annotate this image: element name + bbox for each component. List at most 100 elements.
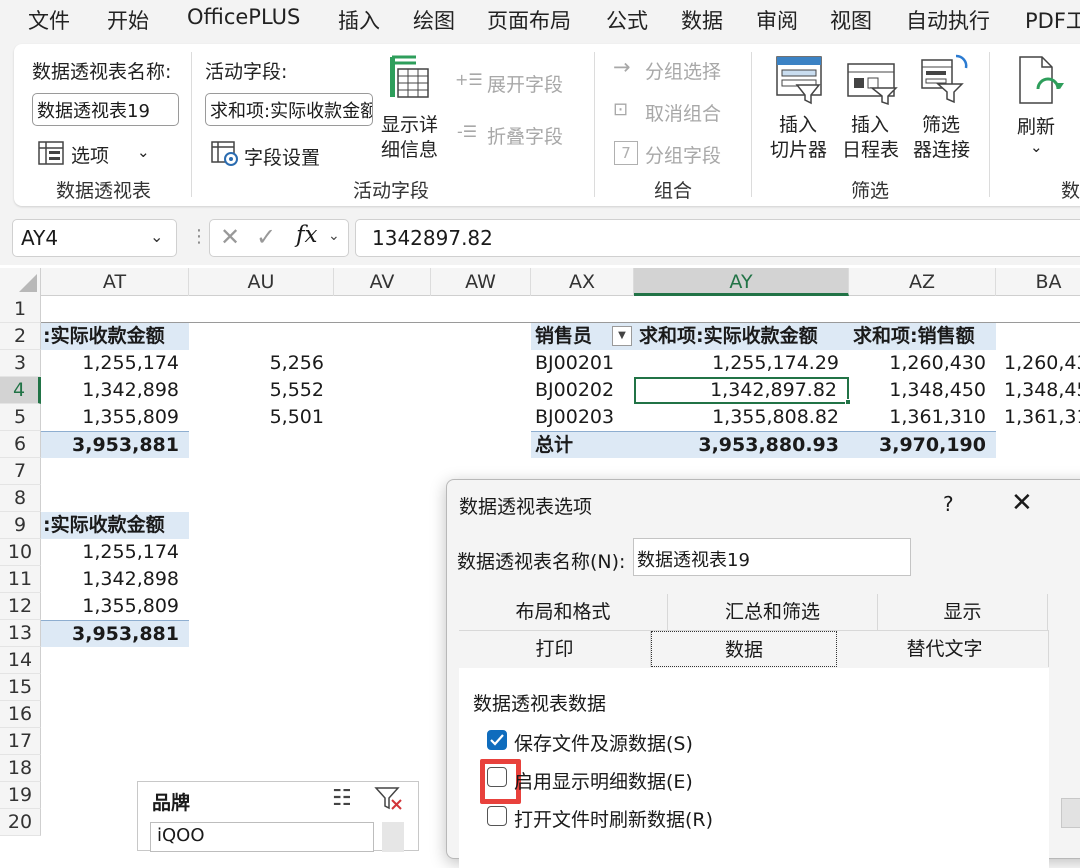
pivot-row-amount[interactable]: 1,255,174.29 xyxy=(634,350,849,377)
pivot-header-amount[interactable]: 求和项:实际收款金额 xyxy=(634,323,849,350)
show-detail-label-1[interactable]: 显示详 xyxy=(381,110,438,137)
menu-tab-insert[interactable]: 插入 xyxy=(338,5,380,35)
field-settings-button[interactable]: 字段设置 xyxy=(244,143,320,170)
tab-layout-format[interactable]: 布局和格式 xyxy=(459,594,668,630)
pivot-row-name[interactable]: BJ00202 xyxy=(531,377,634,404)
left-table2-total[interactable]: 3,953,881 xyxy=(41,620,189,647)
row-header[interactable]: 12 xyxy=(0,593,41,620)
menu-tab-data[interactable]: 数据 xyxy=(681,5,723,35)
au-cell[interactable]: 5,256 xyxy=(189,350,334,377)
left-table2-cell[interactable]: 1,342,898 xyxy=(41,566,189,593)
menu-tab-page-layout[interactable]: 页面布局 xyxy=(487,5,571,35)
insert-slicer-label-2[interactable]: 切片器 xyxy=(770,135,827,162)
filter-connections-label-1[interactable]: 筛选 xyxy=(922,110,960,137)
ba-cell[interactable]: 1,348,45 xyxy=(1004,377,1080,404)
pivot-row-sales[interactable]: 1,260,430 xyxy=(849,350,996,377)
column-header-aw[interactable]: AW xyxy=(431,268,531,296)
row-header-selected[interactable]: 4 xyxy=(0,377,41,404)
pivot-row-sales[interactable]: 1,348,450 xyxy=(849,377,996,404)
group-field-button[interactable]: 分组字段 xyxy=(645,141,721,168)
pivot-row-sales[interactable]: 1,361,310 xyxy=(849,404,996,431)
slicer-item[interactable]: iQOO xyxy=(150,822,374,852)
column-header-az[interactable]: AZ xyxy=(849,268,996,296)
help-button[interactable]: ? xyxy=(943,492,954,516)
menu-tab-pdf[interactable]: PDF工 xyxy=(1025,5,1080,35)
row-header[interactable]: 20 xyxy=(0,809,41,836)
left-table1-header[interactable]: :实际收款金额 xyxy=(41,323,189,350)
filter-dropdown-icon[interactable]: ▼ xyxy=(612,326,632,346)
active-cell[interactable]: 1,342,897.82 xyxy=(634,377,849,404)
slicer-scrollbar[interactable] xyxy=(382,822,404,852)
active-field-input[interactable]: 求和项:实际收款金额 xyxy=(205,93,373,126)
row-header[interactable]: 8 xyxy=(0,485,41,512)
dialog-scrollbar[interactable] xyxy=(1061,798,1080,828)
refresh-on-open-label[interactable]: 打开文件时刷新数据(R) xyxy=(514,805,713,832)
column-header-av[interactable]: AV xyxy=(334,268,431,296)
row-header[interactable]: 9 xyxy=(0,512,41,539)
group-selection-button[interactable]: 分组选择 xyxy=(645,57,721,84)
column-header-ax[interactable]: AX xyxy=(531,268,634,296)
menu-tab-automate[interactable]: 自动执行 xyxy=(906,5,990,35)
row-header[interactable]: 3 xyxy=(0,350,41,377)
au-cell[interactable]: 5,552 xyxy=(189,377,334,404)
enable-details-label[interactable]: 启用显示明细数据(E) xyxy=(514,767,693,794)
column-header-at[interactable]: AT xyxy=(41,268,189,296)
refresh-chevron-down-icon[interactable]: ⌄ xyxy=(1030,138,1043,156)
menu-tab-file[interactable]: 文件 xyxy=(28,5,70,35)
row-header[interactable]: 11 xyxy=(0,566,41,593)
pivot-name-input[interactable]: 数据透视表19 xyxy=(32,93,179,126)
row-header[interactable]: 18 xyxy=(0,755,41,782)
row-header[interactable]: 10 xyxy=(0,539,41,566)
row-header[interactable]: 1 xyxy=(0,296,41,323)
menu-tab-home[interactable]: 开始 xyxy=(107,5,149,35)
close-icon[interactable]: ✕ xyxy=(1011,488,1033,518)
tab-display[interactable]: 显示 xyxy=(878,594,1048,630)
tab-printing[interactable]: 打印 xyxy=(459,631,651,667)
formula-input[interactable]: 1342897.82 xyxy=(355,219,1080,257)
pivot-row-amount[interactable]: 1,355,808.82 xyxy=(634,404,849,431)
row-header[interactable]: 17 xyxy=(0,728,41,755)
ba-cell[interactable]: 1,260,43 xyxy=(1004,350,1080,377)
row-header[interactable]: 14 xyxy=(0,647,41,674)
options-chevron-down-icon[interactable]: ⌄ xyxy=(137,143,150,161)
name-box-chevron-down-icon[interactable]: ⌄ xyxy=(150,227,163,246)
left-table1-cell[interactable]: 1,342,898 xyxy=(41,377,189,404)
left-table2-header[interactable]: :实际收款金额 xyxy=(41,512,189,539)
left-table2-cell[interactable]: 1,255,174 xyxy=(41,539,189,566)
pivot-total-label[interactable]: 总计 xyxy=(531,431,634,458)
column-header-ba[interactable]: BA xyxy=(996,268,1080,296)
au-cell[interactable]: 5,501 xyxy=(189,404,334,431)
pivot-row-name[interactable]: BJ00201 xyxy=(531,350,634,377)
save-source-checkbox[interactable] xyxy=(487,730,507,750)
insert-timeline-label-2[interactable]: 日程表 xyxy=(842,135,899,162)
fx-chevron-down-icon[interactable]: ⌄ xyxy=(328,228,340,244)
slicer-panel[interactable]: 品牌 ☷ iQOO xyxy=(137,781,419,852)
ungroup-button[interactable]: 取消组合 xyxy=(645,99,721,126)
confirm-check-icon[interactable]: ✓ xyxy=(256,223,276,251)
row-header[interactable]: 7 xyxy=(0,458,41,485)
pivot-header-sales[interactable]: 求和项:销售额 xyxy=(849,323,996,350)
pivot-total-amount[interactable]: 3,953,880.93 xyxy=(634,431,849,458)
show-detail-label-2[interactable]: 细信息 xyxy=(381,135,438,162)
cancel-icon[interactable]: ✕ xyxy=(220,223,240,251)
row-header[interactable]: 2 xyxy=(0,323,41,350)
left-table2-cell[interactable]: 1,355,809 xyxy=(41,593,189,620)
save-source-label[interactable]: 保存文件及源数据(S) xyxy=(514,729,693,756)
refresh-button[interactable]: 刷新 xyxy=(1017,112,1055,139)
insert-slicer-label-1[interactable]: 插入 xyxy=(779,110,817,137)
menu-tab-officeplus[interactable]: OfficePLUS xyxy=(187,5,300,29)
pivot-total-sales[interactable]: 3,970,190 xyxy=(849,431,996,458)
column-header-au[interactable]: AU xyxy=(189,268,334,296)
options-button[interactable]: 选项 xyxy=(71,141,109,168)
row-header[interactable]: 19 xyxy=(0,782,41,809)
row-header[interactable]: 16 xyxy=(0,701,41,728)
insert-function-icon[interactable]: fx xyxy=(296,222,317,248)
left-table1-total[interactable]: 3,953,881 xyxy=(41,431,189,458)
left-table1-cell[interactable]: 1,355,809 xyxy=(41,404,189,431)
tab-alt-text[interactable]: 替代文字 xyxy=(841,631,1049,667)
menu-tab-view[interactable]: 视图 xyxy=(830,5,872,35)
menu-tab-draw[interactable]: 绘图 xyxy=(413,5,455,35)
multi-select-icon[interactable]: ☷ xyxy=(332,786,352,811)
pivot-row-name[interactable]: BJ00203 xyxy=(531,404,634,431)
expand-field-button[interactable]: 展开字段 xyxy=(487,70,563,97)
